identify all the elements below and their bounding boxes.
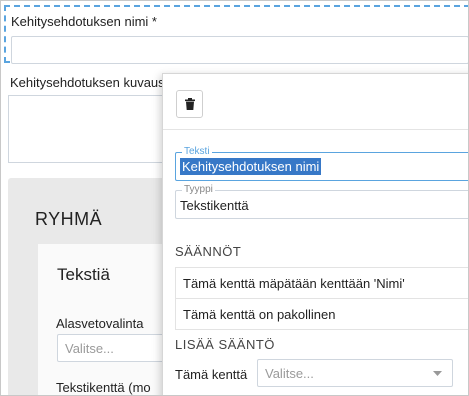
chevron-down-icon [433,371,442,376]
dropdown-label: Alasvetovalinta [56,316,144,331]
text-block-title: Tekstiä [57,265,110,284]
add-rule-placeholder: Valitse... [265,366,314,381]
text-value[interactable]: Kehitysehdotuksen nimi [180,158,322,175]
name-field-block[interactable]: Kehitysehdotuksen nimi * [4,5,468,64]
type-legend: Tyyppi [182,184,215,196]
description-input[interactable] [8,95,168,163]
name-field-label: Kehitysehdotuksen nimi * [11,14,157,29]
rule-text: Tämä kenttä mäpätään kenttään 'Nimi' [183,276,405,291]
text-legend: Teksti [182,146,212,158]
delete-field-button[interactable] [176,90,203,118]
add-rule-heading: LISÄÄ SÄÄNTÖ [175,337,275,352]
rules-heading: SÄÄNNÖT [175,244,242,259]
form-editor: Kehitysehdotuksen nimi * Kehitysehdotuks… [0,0,469,396]
toolbar-divider [163,129,468,130]
group-title: RYHMÄ [35,209,103,229]
group-panel[interactable]: RYHMÄ Tekstiä Alasvetovalinta Valitse...… [8,178,197,395]
trash-icon [184,98,195,110]
rule-item[interactable]: Tämä kenttä on pakollinen [175,298,468,329]
type-value: Tekstikenttä [180,198,249,213]
description-label: Kehitysehdotuksen kuvaus [10,75,165,90]
dropdown-placeholder: Valitse... [65,341,114,356]
type-field[interactable]: Tyyppi Tekstikenttä [175,184,468,219]
rule-item[interactable]: Tämä kenttä mäpätään kenttään 'Nimi' [175,267,468,298]
rule-text: Tämä kenttä on pakollinen [183,307,336,322]
rules-divider [175,329,468,330]
add-rule-label: Tämä kenttä [175,367,248,382]
add-rule-select[interactable]: Valitse... [257,359,453,387]
textfield-label: Tekstikenttä (mo [56,380,151,395]
name-input[interactable] [11,36,468,64]
text-field[interactable]: Teksti Kehitysehdotuksen nimi [175,146,468,181]
field-properties-popover: Teksti Kehitysehdotuksen nimi Tyyppi Tek… [162,73,468,395]
